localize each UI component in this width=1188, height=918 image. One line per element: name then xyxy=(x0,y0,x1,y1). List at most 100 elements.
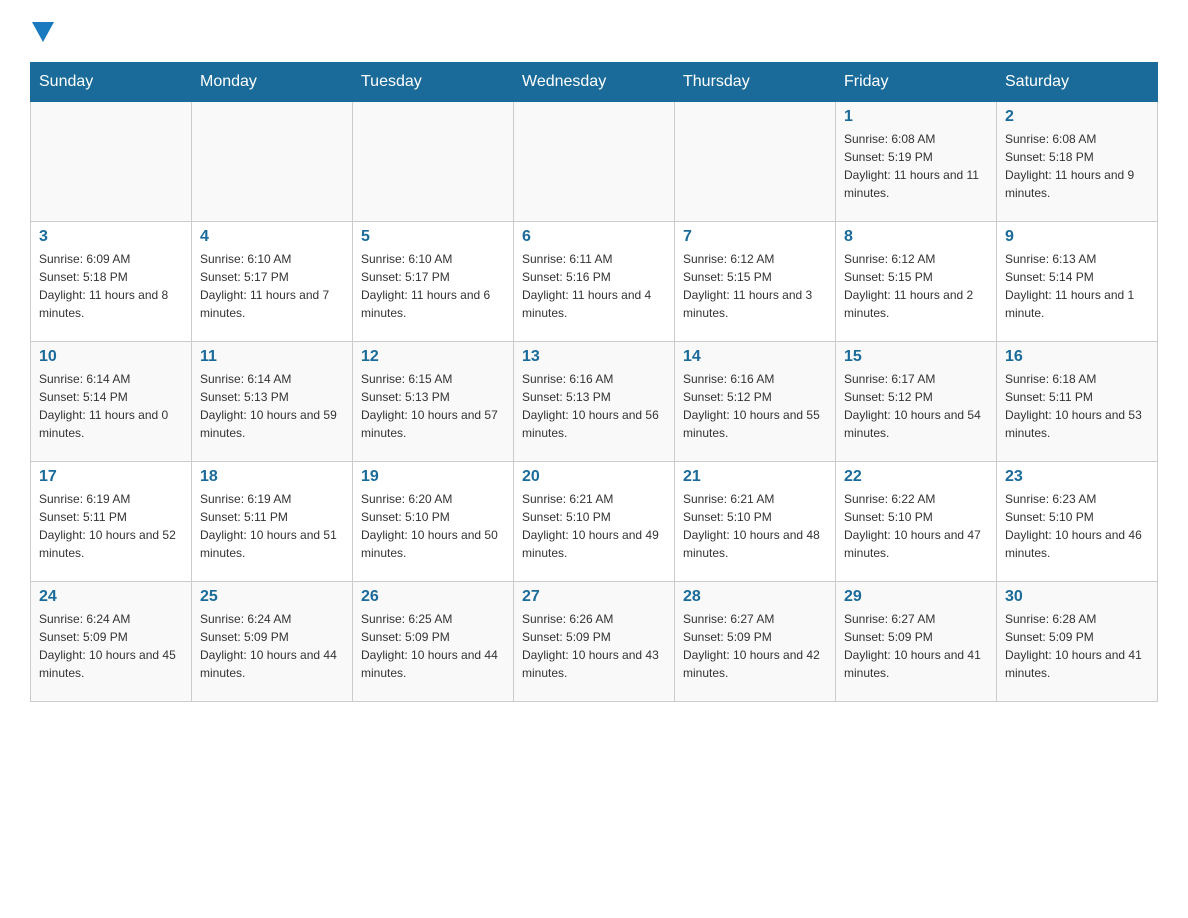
day-number: 17 xyxy=(39,468,183,486)
day-number: 5 xyxy=(361,228,505,246)
day-info: Sunrise: 6:10 AM Sunset: 5:17 PM Dayligh… xyxy=(361,250,505,322)
day-number: 16 xyxy=(1005,348,1149,366)
calendar-cell: 23 Sunrise: 6:23 AM Sunset: 5:10 PM Dayli… xyxy=(997,462,1158,582)
day-info: Sunrise: 6:24 AM Sunset: 5:09 PM Dayligh… xyxy=(39,610,183,682)
day-info: Sunrise: 6:23 AM Sunset: 5:10 PM Dayligh… xyxy=(1005,490,1149,562)
day-number: 23 xyxy=(1005,468,1149,486)
calendar-week-1: 1 Sunrise: 6:08 AM Sunset: 5:19 PM Daylig… xyxy=(31,102,1158,222)
day-number: 10 xyxy=(39,348,183,366)
day-info: Sunrise: 6:21 AM Sunset: 5:10 PM Dayligh… xyxy=(522,490,666,562)
day-info: Sunrise: 6:16 AM Sunset: 5:13 PM Dayligh… xyxy=(522,370,666,442)
calendar-cell: 5 Sunrise: 6:10 AM Sunset: 5:17 PM Daylig… xyxy=(353,222,514,342)
day-info: Sunrise: 6:08 AM Sunset: 5:18 PM Dayligh… xyxy=(1005,130,1149,202)
day-number: 9 xyxy=(1005,228,1149,246)
calendar-cell: 27 Sunrise: 6:26 AM Sunset: 5:09 PM Dayli… xyxy=(514,582,675,702)
calendar-table: SundayMondayTuesdayWednesdayThursdayFrid… xyxy=(30,62,1158,702)
day-number: 22 xyxy=(844,468,988,486)
calendar-week-3: 10 Sunrise: 6:14 AM Sunset: 5:14 PM Dayli… xyxy=(31,342,1158,462)
calendar-cell: 26Sunrise: 6:25 AM Sunset: 5:09 PM Dayli… xyxy=(353,582,514,702)
calendar-cell: 7 Sunrise: 6:12 AM Sunset: 5:15 PM Daylig… xyxy=(675,222,836,342)
calendar-cell: 17 Sunrise: 6:19 AM Sunset: 5:11 PM Dayli… xyxy=(31,462,192,582)
weekday-header-thursday: Thursday xyxy=(675,63,836,102)
day-number: 1 xyxy=(844,108,988,126)
calendar-cell: 9 Sunrise: 6:13 AM Sunset: 5:14 PM Daylig… xyxy=(997,222,1158,342)
day-info: Sunrise: 6:14 AM Sunset: 5:14 PM Dayligh… xyxy=(39,370,183,442)
day-info: Sunrise: 6:12 AM Sunset: 5:15 PM Dayligh… xyxy=(683,250,827,322)
day-number: 27 xyxy=(522,588,666,606)
weekday-header-tuesday: Tuesday xyxy=(353,63,514,102)
logo-triangle-icon xyxy=(32,22,54,42)
calendar-week-2: 3 Sunrise: 6:09 AM Sunset: 5:18 PM Daylig… xyxy=(31,222,1158,342)
calendar-cell: 14 Sunrise: 6:16 AM Sunset: 5:12 PM Dayli… xyxy=(675,342,836,462)
calendar-cell xyxy=(675,102,836,222)
calendar-cell: 12 Sunrise: 6:15 AM Sunset: 5:13 PM Dayli… xyxy=(353,342,514,462)
day-info: Sunrise: 6:19 AM Sunset: 5:11 PM Dayligh… xyxy=(39,490,183,562)
day-number: 20 xyxy=(522,468,666,486)
weekday-header-monday: Monday xyxy=(192,63,353,102)
day-info: Sunrise: 6:14 AM Sunset: 5:13 PM Dayligh… xyxy=(200,370,344,442)
day-number: 29 xyxy=(844,588,988,606)
day-number: 8 xyxy=(844,228,988,246)
calendar-cell: 29Sunrise: 6:27 AM Sunset: 5:09 PM Dayli… xyxy=(836,582,997,702)
day-number: 24 xyxy=(39,588,183,606)
day-number: 6 xyxy=(522,228,666,246)
day-info: Sunrise: 6:28 AM Sunset: 5:09 PM Dayligh… xyxy=(1005,610,1149,682)
day-info: Sunrise: 6:18 AM Sunset: 5:11 PM Dayligh… xyxy=(1005,370,1149,442)
day-number: 12 xyxy=(361,348,505,366)
day-info: Sunrise: 6:19 AM Sunset: 5:11 PM Dayligh… xyxy=(200,490,344,562)
day-info: Sunrise: 6:09 AM Sunset: 5:18 PM Dayligh… xyxy=(39,250,183,322)
weekday-header-friday: Friday xyxy=(836,63,997,102)
calendar-cell: 15Sunrise: 6:17 AM Sunset: 5:12 PM Dayli… xyxy=(836,342,997,462)
calendar-cell: 24 Sunrise: 6:24 AM Sunset: 5:09 PM Dayli… xyxy=(31,582,192,702)
calendar-cell: 25 Sunrise: 6:24 AM Sunset: 5:09 PM Dayli… xyxy=(192,582,353,702)
day-info: Sunrise: 6:24 AM Sunset: 5:09 PM Dayligh… xyxy=(200,610,344,682)
day-info: Sunrise: 6:13 AM Sunset: 5:14 PM Dayligh… xyxy=(1005,250,1149,322)
day-number: 4 xyxy=(200,228,344,246)
day-info: Sunrise: 6:15 AM Sunset: 5:13 PM Dayligh… xyxy=(361,370,505,442)
day-info: Sunrise: 6:16 AM Sunset: 5:12 PM Dayligh… xyxy=(683,370,827,442)
day-info: Sunrise: 6:25 AM Sunset: 5:09 PM Dayligh… xyxy=(361,610,505,682)
calendar-cell: 8 Sunrise: 6:12 AM Sunset: 5:15 PM Daylig… xyxy=(836,222,997,342)
day-number: 21 xyxy=(683,468,827,486)
day-info: Sunrise: 6:12 AM Sunset: 5:15 PM Dayligh… xyxy=(844,250,988,322)
day-number: 30 xyxy=(1005,588,1149,606)
day-number: 2 xyxy=(1005,108,1149,126)
calendar-cell xyxy=(31,102,192,222)
calendar-cell: 1 Sunrise: 6:08 AM Sunset: 5:19 PM Daylig… xyxy=(836,102,997,222)
day-info: Sunrise: 6:26 AM Sunset: 5:09 PM Dayligh… xyxy=(522,610,666,682)
calendar-week-4: 17 Sunrise: 6:19 AM Sunset: 5:11 PM Dayli… xyxy=(31,462,1158,582)
day-number: 7 xyxy=(683,228,827,246)
day-number: 25 xyxy=(200,588,344,606)
day-info: Sunrise: 6:20 AM Sunset: 5:10 PM Dayligh… xyxy=(361,490,505,562)
day-number: 15 xyxy=(844,348,988,366)
calendar-cell: 6 Sunrise: 6:11 AM Sunset: 5:16 PM Daylig… xyxy=(514,222,675,342)
calendar-cell: 21Sunrise: 6:21 AM Sunset: 5:10 PM Dayli… xyxy=(675,462,836,582)
calendar-cell: 2 Sunrise: 6:08 AM Sunset: 5:18 PM Daylig… xyxy=(997,102,1158,222)
calendar-cell: 13 Sunrise: 6:16 AM Sunset: 5:13 PM Dayli… xyxy=(514,342,675,462)
day-info: Sunrise: 6:22 AM Sunset: 5:10 PM Dayligh… xyxy=(844,490,988,562)
calendar-body: 1 Sunrise: 6:08 AM Sunset: 5:19 PM Daylig… xyxy=(31,102,1158,702)
calendar-cell: 3 Sunrise: 6:09 AM Sunset: 5:18 PM Daylig… xyxy=(31,222,192,342)
day-number: 19 xyxy=(361,468,505,486)
calendar-header: SundayMondayTuesdayWednesdayThursdayFrid… xyxy=(31,63,1158,102)
calendar-cell: 30 Sunrise: 6:28 AM Sunset: 5:09 PM Dayli… xyxy=(997,582,1158,702)
day-number: 14 xyxy=(683,348,827,366)
calendar-week-5: 24 Sunrise: 6:24 AM Sunset: 5:09 PM Dayli… xyxy=(31,582,1158,702)
day-info: Sunrise: 6:11 AM Sunset: 5:16 PM Dayligh… xyxy=(522,250,666,322)
logo xyxy=(30,20,54,42)
calendar-cell xyxy=(353,102,514,222)
calendar-cell: 18 Sunrise: 6:19 AM Sunset: 5:11 PM Dayli… xyxy=(192,462,353,582)
day-number: 13 xyxy=(522,348,666,366)
page-header xyxy=(30,20,1158,42)
calendar-cell: 16 Sunrise: 6:18 AM Sunset: 5:11 PM Dayli… xyxy=(997,342,1158,462)
day-info: Sunrise: 6:10 AM Sunset: 5:17 PM Dayligh… xyxy=(200,250,344,322)
day-number: 11 xyxy=(200,348,344,366)
weekday-header-sunday: Sunday xyxy=(31,63,192,102)
day-info: Sunrise: 6:08 AM Sunset: 5:19 PM Dayligh… xyxy=(844,130,988,202)
day-number: 3 xyxy=(39,228,183,246)
day-number: 18 xyxy=(200,468,344,486)
day-number: 28 xyxy=(683,588,827,606)
calendar-cell: 28 Sunrise: 6:27 AM Sunset: 5:09 PM Dayli… xyxy=(675,582,836,702)
calendar-cell: 10 Sunrise: 6:14 AM Sunset: 5:14 PM Dayli… xyxy=(31,342,192,462)
day-info: Sunrise: 6:27 AM Sunset: 5:09 PM Dayligh… xyxy=(683,610,827,682)
